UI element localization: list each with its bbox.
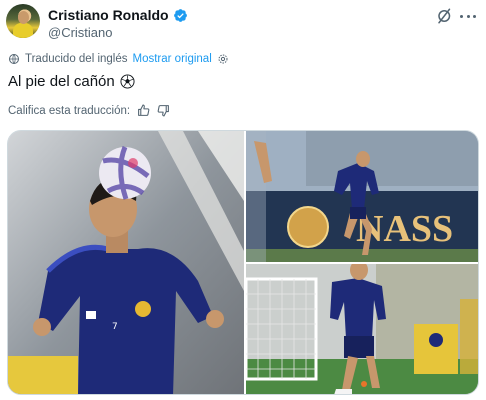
rate-label: Califica esta traducción:	[8, 104, 131, 117]
thumbs-up-icon[interactable]	[137, 104, 150, 117]
tweet-text: Al pie del cañón	[8, 73, 135, 90]
verified-badge-icon	[173, 8, 187, 22]
photo-top-illustration: NASS	[246, 131, 478, 262]
photo-top-right[interactable]: NASS	[246, 131, 478, 262]
show-original-link[interactable]: Mostrar original	[133, 53, 212, 65]
soccer-ball-icon	[120, 74, 135, 89]
more-icon[interactable]	[458, 7, 478, 25]
rate-translation: Califica esta traducción:	[8, 104, 170, 117]
photo-bottom-right[interactable]	[246, 264, 478, 394]
author-name-row[interactable]: Cristiano Ronaldo	[48, 7, 188, 23]
svg-text:7: 7	[112, 322, 118, 332]
photo-main[interactable]: 7	[8, 131, 244, 394]
translation-info: Traducido del inglés Mostrar original	[8, 53, 229, 65]
author-handle[interactable]: @Cristiano	[48, 25, 113, 40]
photo-bottom-illustration	[246, 264, 478, 394]
media-grid: 7 NASS	[7, 130, 479, 395]
photo-main-illustration: 7	[8, 131, 244, 394]
avatar[interactable]	[6, 4, 40, 38]
thumbs-down-icon[interactable]	[157, 104, 170, 117]
author-name[interactable]: Cristiano Ronaldo	[48, 7, 169, 23]
tweet-text-content: Al pie del cañón	[8, 73, 115, 90]
grok-icon[interactable]	[436, 7, 454, 25]
globe-icon	[9, 54, 19, 64]
tweet-header: Cristiano Ronaldo @Cristiano	[6, 4, 480, 44]
translated-label: Traducido del inglés	[25, 53, 128, 65]
gear-icon[interactable]	[217, 53, 229, 65]
